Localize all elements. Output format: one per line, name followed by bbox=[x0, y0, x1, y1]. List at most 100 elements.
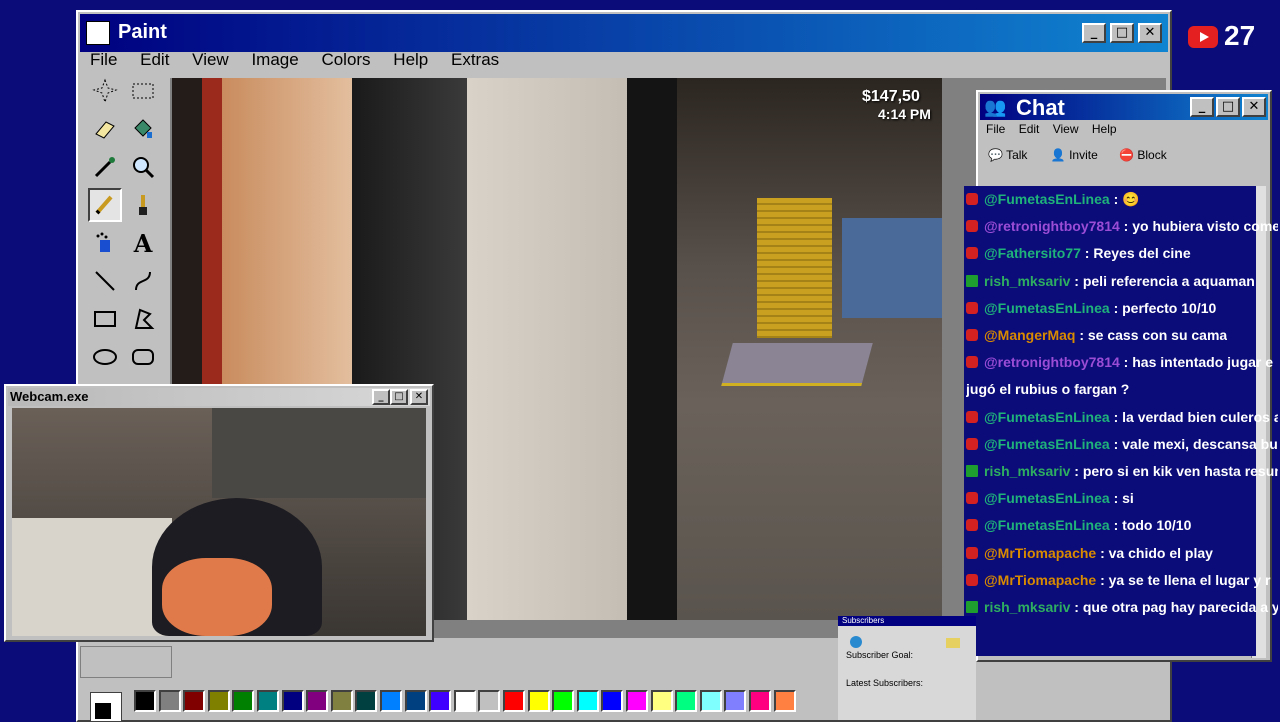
subscriber-goal-label: Subscriber Goal: bbox=[846, 650, 914, 660]
palette-swatch[interactable] bbox=[380, 690, 402, 712]
palette-swatch[interactable] bbox=[503, 690, 525, 712]
minimize-button[interactable]: _ bbox=[1082, 23, 1106, 43]
chat-username[interactable]: @FumetasEnLinea bbox=[984, 436, 1110, 452]
ellipse-icon[interactable] bbox=[88, 340, 122, 374]
chat-menu-help[interactable]: Help bbox=[1092, 122, 1117, 136]
palette-swatch[interactable] bbox=[257, 690, 279, 712]
menu-extras[interactable]: Extras bbox=[451, 50, 499, 69]
youtube-badge-icon bbox=[966, 220, 978, 233]
chat-message: @FumetasEnLinea : todo 10/10 bbox=[966, 514, 1191, 536]
curve-icon[interactable] bbox=[126, 264, 160, 298]
chat-username[interactable]: @retronightboy7814 bbox=[984, 218, 1120, 234]
chat-text: : perfecto 10/10 bbox=[1109, 299, 1217, 316]
palette-swatch[interactable] bbox=[207, 690, 230, 712]
rectangle-icon[interactable] bbox=[88, 302, 122, 336]
palette-swatch[interactable] bbox=[355, 690, 378, 712]
chat-menu-edit[interactable]: Edit bbox=[1019, 122, 1040, 136]
palette-swatch[interactable] bbox=[158, 690, 181, 712]
webcam-close-button[interactable]: ✕ bbox=[410, 389, 428, 405]
palette-swatch[interactable] bbox=[699, 690, 722, 712]
chat-username[interactable]: @MrTiomapache bbox=[984, 545, 1096, 561]
chat-username[interactable]: @FumetasEnLinea bbox=[984, 409, 1110, 425]
palette-swatch[interactable] bbox=[650, 690, 673, 712]
palette-swatch[interactable] bbox=[478, 690, 501, 712]
line-icon[interactable] bbox=[88, 264, 122, 298]
chat-username[interactable]: rish_mksariv bbox=[984, 273, 1070, 289]
palette-swatch[interactable] bbox=[527, 690, 550, 712]
palette-swatch[interactable] bbox=[552, 690, 575, 712]
palette-swatch[interactable] bbox=[626, 690, 648, 712]
palette-swatch[interactable] bbox=[134, 690, 156, 712]
chat-username[interactable]: @FumetasEnLinea bbox=[984, 191, 1110, 207]
chat-menu-view[interactable]: View bbox=[1053, 122, 1079, 136]
palette-swatch[interactable] bbox=[330, 690, 353, 712]
chat-username[interactable]: @MangerMaq bbox=[984, 327, 1075, 343]
chat-message: @FumetasEnLinea : perfecto 10/10 bbox=[966, 297, 1216, 319]
palette-swatch[interactable] bbox=[306, 690, 329, 712]
chat-username[interactable]: @MrTiomapache bbox=[984, 572, 1096, 588]
current-color-box[interactable] bbox=[90, 692, 122, 722]
webcam-titlebar[interactable]: Webcam.exe _ □ ✕ bbox=[8, 388, 430, 406]
webcam-maximize-button[interactable]: □ bbox=[390, 389, 408, 405]
picker-icon[interactable] bbox=[88, 150, 122, 184]
palette-swatch[interactable] bbox=[601, 690, 624, 712]
maximize-button[interactable]: □ bbox=[1110, 23, 1134, 43]
chat-text: jugó el rubius o fargan ? bbox=[966, 381, 1130, 398]
chat-username[interactable]: @retronightboy7814 bbox=[984, 354, 1120, 370]
chat-text: : yo hubiera visto come bbox=[1119, 218, 1278, 235]
paint-title: Paint bbox=[118, 21, 167, 43]
chat-text: : la verdad bien culeros a bbox=[1109, 408, 1278, 425]
palette-swatch[interactable] bbox=[232, 690, 255, 712]
chat-username[interactable]: @FumetasEnLinea bbox=[984, 300, 1110, 316]
airbrush-icon[interactable] bbox=[88, 226, 122, 260]
chat-titlebar[interactable]: 👥 Chat _ □ ✕ bbox=[980, 94, 1268, 120]
chat-username[interactable]: @Fathersito77 bbox=[984, 245, 1081, 261]
chat-text: : vale mexi, descansa bu bbox=[1109, 435, 1278, 452]
chat-minimize-button[interactable]: _ bbox=[1190, 97, 1214, 117]
youtube-badge-icon bbox=[966, 356, 978, 369]
chat-close-button[interactable]: ✕ bbox=[1242, 97, 1266, 117]
rounded-rect-icon[interactable] bbox=[126, 340, 160, 374]
palette-swatch[interactable] bbox=[724, 690, 747, 712]
select-icon[interactable] bbox=[126, 74, 160, 108]
fill-icon[interactable] bbox=[126, 112, 160, 146]
block-button[interactable]: Block bbox=[1137, 148, 1166, 162]
paint-titlebar[interactable]: Paint _ □ ✕ bbox=[80, 14, 1168, 52]
brush-icon[interactable] bbox=[126, 188, 160, 222]
menu-view[interactable]: View bbox=[192, 50, 229, 69]
kick-badge-icon bbox=[966, 274, 978, 287]
palette-swatch[interactable] bbox=[773, 690, 796, 712]
text-icon[interactable]: A bbox=[126, 226, 160, 260]
subscriber-count: 27 bbox=[1224, 20, 1256, 51]
palette-swatch[interactable] bbox=[576, 690, 599, 712]
magnifier-icon[interactable] bbox=[126, 150, 160, 184]
chat-username[interactable]: rish_mksariv bbox=[984, 599, 1070, 615]
chat-maximize-button[interactable]: □ bbox=[1216, 97, 1240, 117]
palette-swatch[interactable] bbox=[429, 690, 452, 712]
chat-text: : has intentado jugar e bbox=[1119, 354, 1274, 371]
menu-help[interactable]: Help bbox=[393, 50, 428, 69]
palette-swatch[interactable] bbox=[404, 690, 427, 712]
chat-username[interactable]: @FumetasEnLinea bbox=[984, 517, 1110, 533]
free-select-icon[interactable] bbox=[88, 74, 122, 108]
palette-swatch[interactable] bbox=[675, 690, 698, 712]
menu-edit[interactable]: Edit bbox=[140, 50, 169, 69]
polygon-icon[interactable] bbox=[126, 302, 160, 336]
palette-swatch[interactable] bbox=[453, 690, 476, 712]
invite-button[interactable]: Invite bbox=[1069, 148, 1098, 162]
eraser-icon[interactable] bbox=[88, 112, 122, 146]
menu-file[interactable]: File bbox=[90, 50, 117, 69]
close-button[interactable]: ✕ bbox=[1138, 23, 1162, 43]
palette-swatch[interactable] bbox=[749, 690, 771, 712]
palette-swatch[interactable] bbox=[183, 690, 206, 712]
chat-username[interactable]: rish_mksariv bbox=[984, 463, 1070, 479]
youtube-badge-icon bbox=[966, 492, 978, 505]
chat-username[interactable]: @FumetasEnLinea bbox=[984, 490, 1110, 506]
menu-image[interactable]: Image bbox=[251, 50, 298, 69]
chat-menu-file[interactable]: File bbox=[986, 122, 1005, 136]
menu-colors[interactable]: Colors bbox=[321, 50, 370, 69]
palette-swatch[interactable] bbox=[281, 690, 304, 712]
pencil-icon[interactable] bbox=[88, 188, 122, 222]
talk-button[interactable]: Talk bbox=[1006, 148, 1027, 162]
webcam-minimize-button[interactable]: _ bbox=[372, 389, 390, 405]
